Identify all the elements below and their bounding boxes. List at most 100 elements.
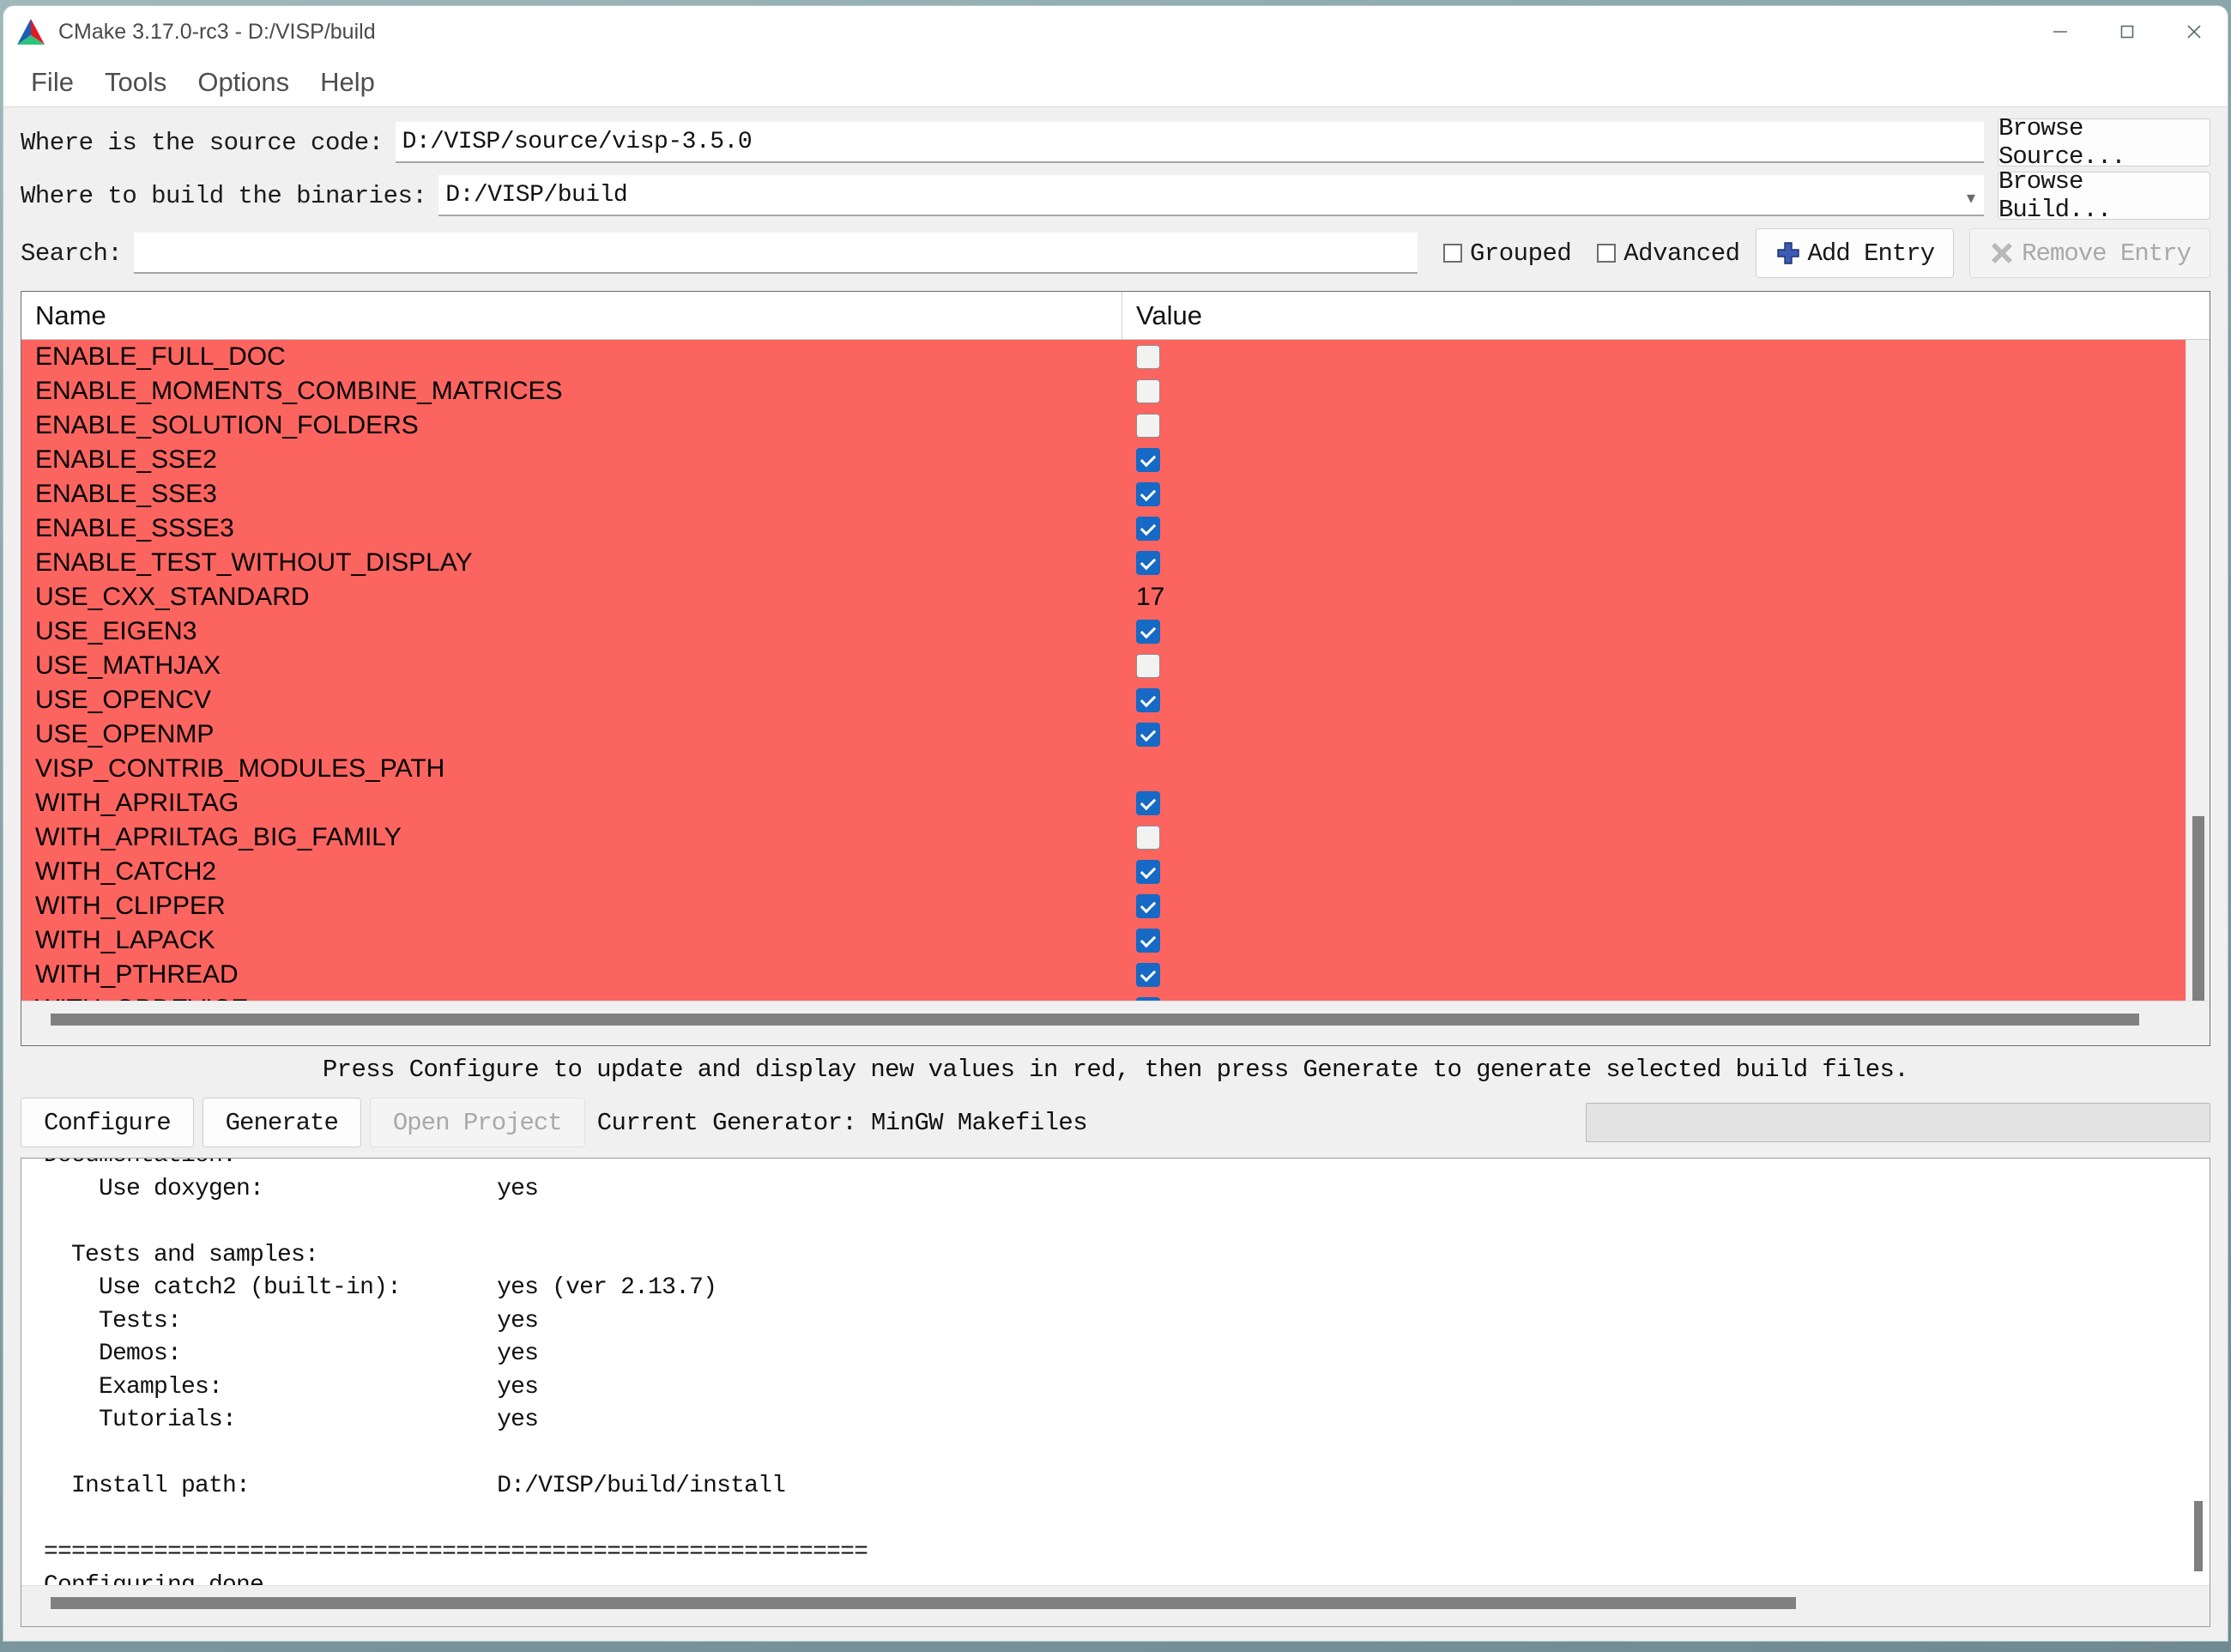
table-row[interactable]: WITH_APRILTAG_BIG_FAMILY <box>21 820 2186 855</box>
menu-help[interactable]: Help <box>305 65 390 100</box>
checkbox-checked[interactable] <box>1136 688 1160 712</box>
cache-variable-value[interactable] <box>1122 654 2186 678</box>
cache-variable-name: USE_EIGEN3 <box>21 617 1122 646</box>
remove-entry-button[interactable]: Remove Entry <box>1969 228 2210 278</box>
output-log-text[interactable]: Documentation: Use doxygen: yes Tests an… <box>21 1159 2187 1585</box>
table-row[interactable]: ENABLE_FULL_DOC <box>21 340 2186 374</box>
cache-variable-value[interactable] <box>1122 860 2186 884</box>
menu-options[interactable]: Options <box>182 65 305 100</box>
add-entry-button[interactable]: Add Entry <box>1756 228 1955 278</box>
table-row[interactable]: ENABLE_TEST_WITHOUT_DISPLAY <box>21 546 2186 580</box>
grouped-checkbox-option[interactable]: Grouped <box>1443 239 1571 268</box>
table-row[interactable]: USE_MATHJAX <box>21 649 2186 683</box>
table-row[interactable]: USE_CXX_STANDARD17 <box>21 580 2186 614</box>
table-vertical-scrollbar-thumb[interactable] <box>2192 816 2204 1001</box>
table-row[interactable]: VISP_CONTRIB_MODULES_PATH <box>21 752 2186 786</box>
log-vertical-scrollbar-thumb[interactable] <box>2194 1501 2203 1571</box>
advanced-checkbox-option[interactable]: Advanced <box>1597 239 1739 268</box>
cache-variable-value[interactable] <box>1122 517 2186 541</box>
grouped-checkbox[interactable] <box>1443 244 1462 263</box>
cache-variable-value[interactable] <box>1122 345 2186 369</box>
cache-variable-name: ENABLE_SSE2 <box>21 445 1122 475</box>
source-path-input[interactable] <box>396 122 1984 163</box>
checkbox-checked[interactable] <box>1136 894 1160 918</box>
cache-variable-value[interactable] <box>1122 620 2186 644</box>
checkbox-checked[interactable] <box>1136 963 1160 987</box>
menu-file[interactable]: File <box>15 65 89 100</box>
search-input[interactable] <box>134 233 1418 274</box>
close-button[interactable] <box>2161 6 2228 57</box>
generate-button[interactable]: Generate <box>203 1098 361 1147</box>
table-row[interactable]: ENABLE_SOLUTION_FOLDERS <box>21 408 2186 443</box>
grouped-label: Grouped <box>1470 239 1571 268</box>
log-vertical-scrollbar[interactable] <box>2187 1159 2210 1585</box>
table-vertical-scrollbar[interactable] <box>2186 340 2210 1001</box>
cache-variable-value[interactable] <box>1122 791 2186 815</box>
cache-variable-value[interactable] <box>1122 929 2186 953</box>
checkbox-checked[interactable] <box>1136 860 1160 884</box>
cache-variable-value[interactable] <box>1122 379 2186 403</box>
browse-source-button[interactable]: Browse Source... <box>1998 118 2210 166</box>
checkbox-checked[interactable] <box>1136 551 1160 575</box>
build-path-combobox[interactable]: ▾ <box>438 175 1984 216</box>
cache-variable-value[interactable] <box>1122 482 2186 506</box>
browse-build-button[interactable]: Browse Build... <box>1998 172 2210 220</box>
cache-variable-value[interactable] <box>1122 551 2186 575</box>
log-horizontal-scrollbar-thumb[interactable] <box>51 1597 1796 1609</box>
checkbox-checked[interactable] <box>1136 723 1160 747</box>
table-body[interactable]: ENABLE_FULL_DOC ENABLE_MOMENTS_COMBINE_MA… <box>21 340 2186 1001</box>
log-horizontal-scrollbar[interactable] <box>21 1585 2210 1626</box>
cache-variable-value[interactable] <box>1122 963 2186 987</box>
checkbox-checked[interactable] <box>1136 482 1160 506</box>
table-row[interactable]: USE_OPENCV <box>21 683 2186 717</box>
table-row[interactable]: WITH_APRILTAG <box>21 786 2186 820</box>
path-configuration-block: Where is the source code: Browse Source.… <box>3 107 2228 284</box>
minimize-button[interactable] <box>2027 6 2094 57</box>
source-path-label: Where is the source code: <box>21 129 384 157</box>
checkbox-checked[interactable] <box>1136 517 1160 541</box>
table-row[interactable]: WITH_PTHREAD <box>21 958 2186 992</box>
build-path-input[interactable] <box>438 175 1984 216</box>
table-row[interactable]: WITH_QBDEVICE <box>21 992 2186 1001</box>
checkbox-checked[interactable] <box>1136 448 1160 472</box>
open-project-button[interactable]: Open Project <box>370 1098 585 1147</box>
checkbox-unchecked[interactable] <box>1136 345 1160 369</box>
cache-variable-value[interactable] <box>1122 894 2186 918</box>
configure-button[interactable]: Configure <box>21 1098 194 1147</box>
table-horizontal-scrollbar[interactable] <box>21 1001 2210 1045</box>
table-row[interactable]: ENABLE_SSSE3 <box>21 511 2186 546</box>
table-row[interactable]: ENABLE_SSE2 <box>21 443 2186 477</box>
cache-variable-value[interactable] <box>1122 826 2186 850</box>
table-row[interactable]: USE_EIGEN3 <box>21 614 2186 649</box>
cache-variable-name: ENABLE_MOMENTS_COMBINE_MATRICES <box>21 377 1122 406</box>
checkbox-checked[interactable] <box>1136 791 1160 815</box>
window-title: CMake 3.17.0-rc3 - D:/VISP/build <box>58 20 376 45</box>
table-row[interactable]: ENABLE_MOMENTS_COMBINE_MATRICES <box>21 374 2186 408</box>
checkbox-checked[interactable] <box>1136 620 1160 644</box>
table-row[interactable]: WITH_LAPACK <box>21 923 2186 958</box>
checkbox-unchecked[interactable] <box>1136 826 1160 850</box>
cache-variable-name: WITH_CLIPPER <box>21 892 1122 921</box>
cache-variable-name: VISP_CONTRIB_MODULES_PATH <box>21 754 1122 784</box>
cache-variable-value[interactable]: 17 <box>1122 583 2186 612</box>
checkbox-unchecked[interactable] <box>1136 379 1160 403</box>
cache-variable-value[interactable] <box>1122 448 2186 472</box>
column-header-name[interactable]: Name <box>21 292 1122 339</box>
checkbox-unchecked[interactable] <box>1136 654 1160 678</box>
cache-variable-value[interactable] <box>1122 414 2186 438</box>
cache-variable-value[interactable] <box>1122 723 2186 747</box>
table-row[interactable]: ENABLE_SSE3 <box>21 477 2186 511</box>
checkbox-unchecked[interactable] <box>1136 414 1160 438</box>
maximize-button[interactable] <box>2094 6 2161 57</box>
column-header-value[interactable]: Value <box>1122 292 2210 339</box>
advanced-checkbox[interactable] <box>1597 244 1616 263</box>
checkbox-checked[interactable] <box>1136 929 1160 953</box>
output-log-panel: Documentation: Use doxygen: yes Tests an… <box>21 1158 2210 1627</box>
cache-variables-table: Name Value ENABLE_FULL_DOC ENABLE_MOMENTS… <box>21 291 2210 1046</box>
cache-variable-value[interactable] <box>1122 688 2186 712</box>
menu-tools[interactable]: Tools <box>89 65 182 100</box>
table-horizontal-scrollbar-thumb[interactable] <box>51 1014 2139 1026</box>
table-row[interactable]: USE_OPENMP <box>21 717 2186 752</box>
table-row[interactable]: WITH_CLIPPER <box>21 889 2186 923</box>
table-row[interactable]: WITH_CATCH2 <box>21 855 2186 889</box>
